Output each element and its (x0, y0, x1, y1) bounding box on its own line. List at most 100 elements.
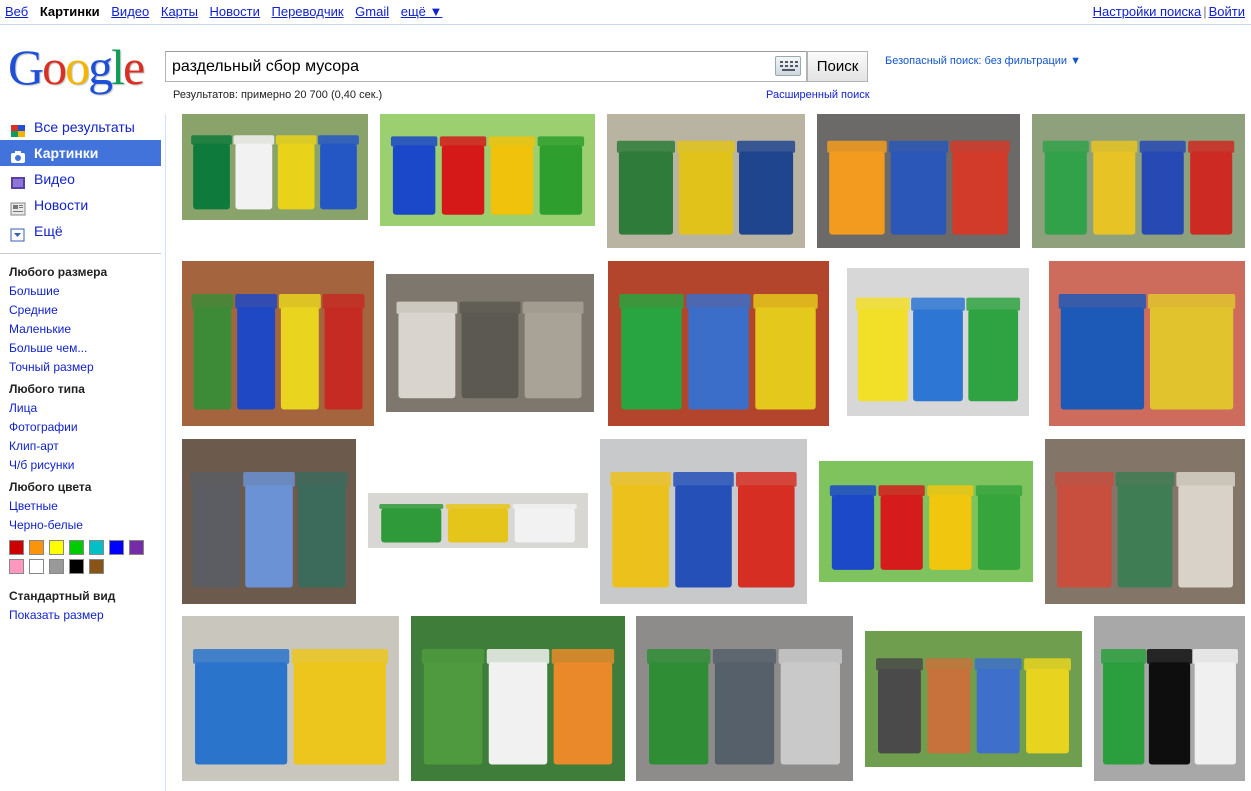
color-swatch[interactable] (69, 559, 84, 574)
filter-item[interactable]: Больше чем... (9, 340, 165, 359)
image-result-round-plastic-bin[interactable] (817, 114, 1020, 248)
bin-shape (539, 145, 583, 215)
filter-item[interactable]: Ч/б рисунки (9, 457, 165, 476)
color-swatch[interactable] (109, 540, 124, 555)
color-swatch[interactable] (29, 559, 44, 574)
image-result-plastic-paper-glass[interactable] (847, 268, 1029, 416)
nav-video-link[interactable]: Видео (111, 4, 149, 19)
image-result-grey-blue-wheelie-bins[interactable] (182, 439, 356, 604)
bin-lid-shape (1115, 472, 1175, 487)
image-result-bins-street[interactable] (182, 261, 374, 426)
color-swatch[interactable] (49, 559, 64, 574)
filter-item[interactable]: Лица (9, 400, 165, 419)
color-swatch[interactable] (49, 540, 64, 555)
thumbnail-image (1045, 439, 1245, 604)
top-nav-item[interactable]: Видео (111, 4, 149, 19)
image-result-police-bin[interactable] (636, 616, 853, 781)
bin-shape (688, 307, 749, 410)
bin-lid-shape (296, 472, 348, 487)
image-result-four-bins-green[interactable] (819, 461, 1033, 582)
filter-item[interactable]: Черно-белые (9, 517, 165, 536)
top-nav-item[interactable]: Gmail (355, 4, 389, 19)
image-result-garbage-trucks[interactable] (368, 493, 588, 548)
image-result-greenpeace-bin-mascot[interactable] (608, 261, 829, 426)
filter-item[interactable]: Большие (9, 283, 165, 302)
bin-lid-shape (1101, 649, 1147, 664)
image-result-greenpeace-costume[interactable] (1094, 616, 1245, 781)
bin-shape (1149, 307, 1234, 410)
sidebar-item-images[interactable]: Картинки (0, 140, 161, 166)
thumbnail-image (411, 616, 625, 781)
top-nav-item[interactable]: Переводчик (272, 4, 344, 19)
bin-lid-shape (736, 472, 797, 487)
nav-news-link[interactable]: Новости (210, 4, 260, 19)
bin-lid-shape (445, 504, 511, 509)
color-swatch[interactable] (69, 540, 84, 555)
filter-item[interactable]: Средние (9, 302, 165, 321)
filter-item[interactable]: Цветные (9, 498, 165, 517)
bin-lid-shape (876, 658, 923, 671)
top-nav-item[interactable]: Карты (161, 4, 198, 19)
search-button[interactable]: Поиск (807, 51, 868, 82)
bin-shape (1194, 662, 1236, 765)
bin-lid-shape (1042, 140, 1089, 153)
sidebar-item-label: Картинки (34, 145, 99, 161)
color-swatch[interactable] (129, 540, 144, 555)
bin-lid-shape (925, 658, 973, 671)
nav-maps-link[interactable]: Карты (161, 4, 198, 19)
image-result-wwf-green-bins[interactable] (411, 616, 625, 781)
bin-shape (714, 662, 775, 765)
nav-more-link[interactable]: ещё ▼ (401, 4, 443, 19)
color-swatch[interactable] (89, 559, 104, 574)
nav-gmail-link[interactable]: Gmail (355, 4, 389, 19)
filter-item[interactable]: Клип-арт (9, 438, 165, 457)
image-result-containers-wall[interactable] (1049, 261, 1245, 426)
keyboard-icon[interactable] (775, 56, 801, 76)
image-result-blue-yellow-containers[interactable] (182, 616, 399, 781)
search-settings-link[interactable]: Настройки поиска (1093, 4, 1202, 19)
advanced-search-link[interactable]: Расширенный поиск (766, 89, 870, 101)
color-swatch[interactable] (9, 540, 24, 555)
color-swatch[interactable] (89, 540, 104, 555)
image-result-four-recycle-bins[interactable] (380, 114, 595, 226)
nav-web-link[interactable]: Веб (5, 4, 28, 19)
thumbnail-image (1032, 114, 1245, 248)
image-result-garbage-pile[interactable] (386, 274, 594, 412)
top-nav-item[interactable]: ещё ▼ (401, 4, 443, 19)
bin-lid-shape (911, 297, 965, 311)
image-result-colored-bins-yard[interactable] (182, 114, 368, 220)
top-nav-item[interactable]: Картинки (40, 4, 100, 19)
bin-shape (320, 143, 357, 210)
bin-lid-shape (486, 649, 550, 664)
sign-in-link[interactable]: Войти (1209, 4, 1245, 19)
google-logo[interactable]: Google (8, 38, 145, 96)
image-result-jug-bins[interactable] (1032, 114, 1245, 248)
bin-lid-shape (193, 649, 290, 664)
bin-lid-shape (1146, 649, 1193, 664)
filter-item[interactable]: Точный размер (9, 359, 165, 378)
image-result-park-bins[interactable] (865, 631, 1082, 767)
filter-item[interactable]: Фотографии (9, 419, 165, 438)
sidebar-item-video[interactable]: Видео (0, 166, 165, 192)
safe-search-dropdown[interactable]: Безопасный поиск: без фильтрации ▼ (885, 55, 1081, 67)
color-swatch[interactable] (9, 559, 24, 574)
bin-shape (952, 151, 1008, 235)
thumbnail-image (182, 261, 374, 426)
sidebar-item-more[interactable]: Ещё (0, 218, 165, 244)
image-result-metal-glass-plastic-bins[interactable] (607, 114, 805, 248)
bin-lid-shape (439, 136, 487, 147)
search-input[interactable] (172, 55, 767, 79)
sidebar-item-news[interactable]: Новости (0, 192, 165, 218)
filter-item[interactable]: Показать размер (9, 607, 165, 626)
top-nav-item[interactable]: Веб (5, 4, 28, 19)
bin-shape (192, 485, 240, 588)
image-result-dump-yard[interactable] (1045, 439, 1245, 604)
top-nav-item[interactable]: Новости (210, 4, 260, 19)
search-box[interactable] (165, 51, 807, 82)
filter-item[interactable]: Маленькие (9, 321, 165, 340)
sidebar-item-all-results[interactable]: Все результаты (0, 114, 165, 140)
bin-shape (755, 307, 816, 410)
image-result-sorting-lid[interactable] (600, 439, 807, 604)
color-swatch[interactable] (29, 540, 44, 555)
nav-translate-link[interactable]: Переводчик (272, 4, 344, 19)
